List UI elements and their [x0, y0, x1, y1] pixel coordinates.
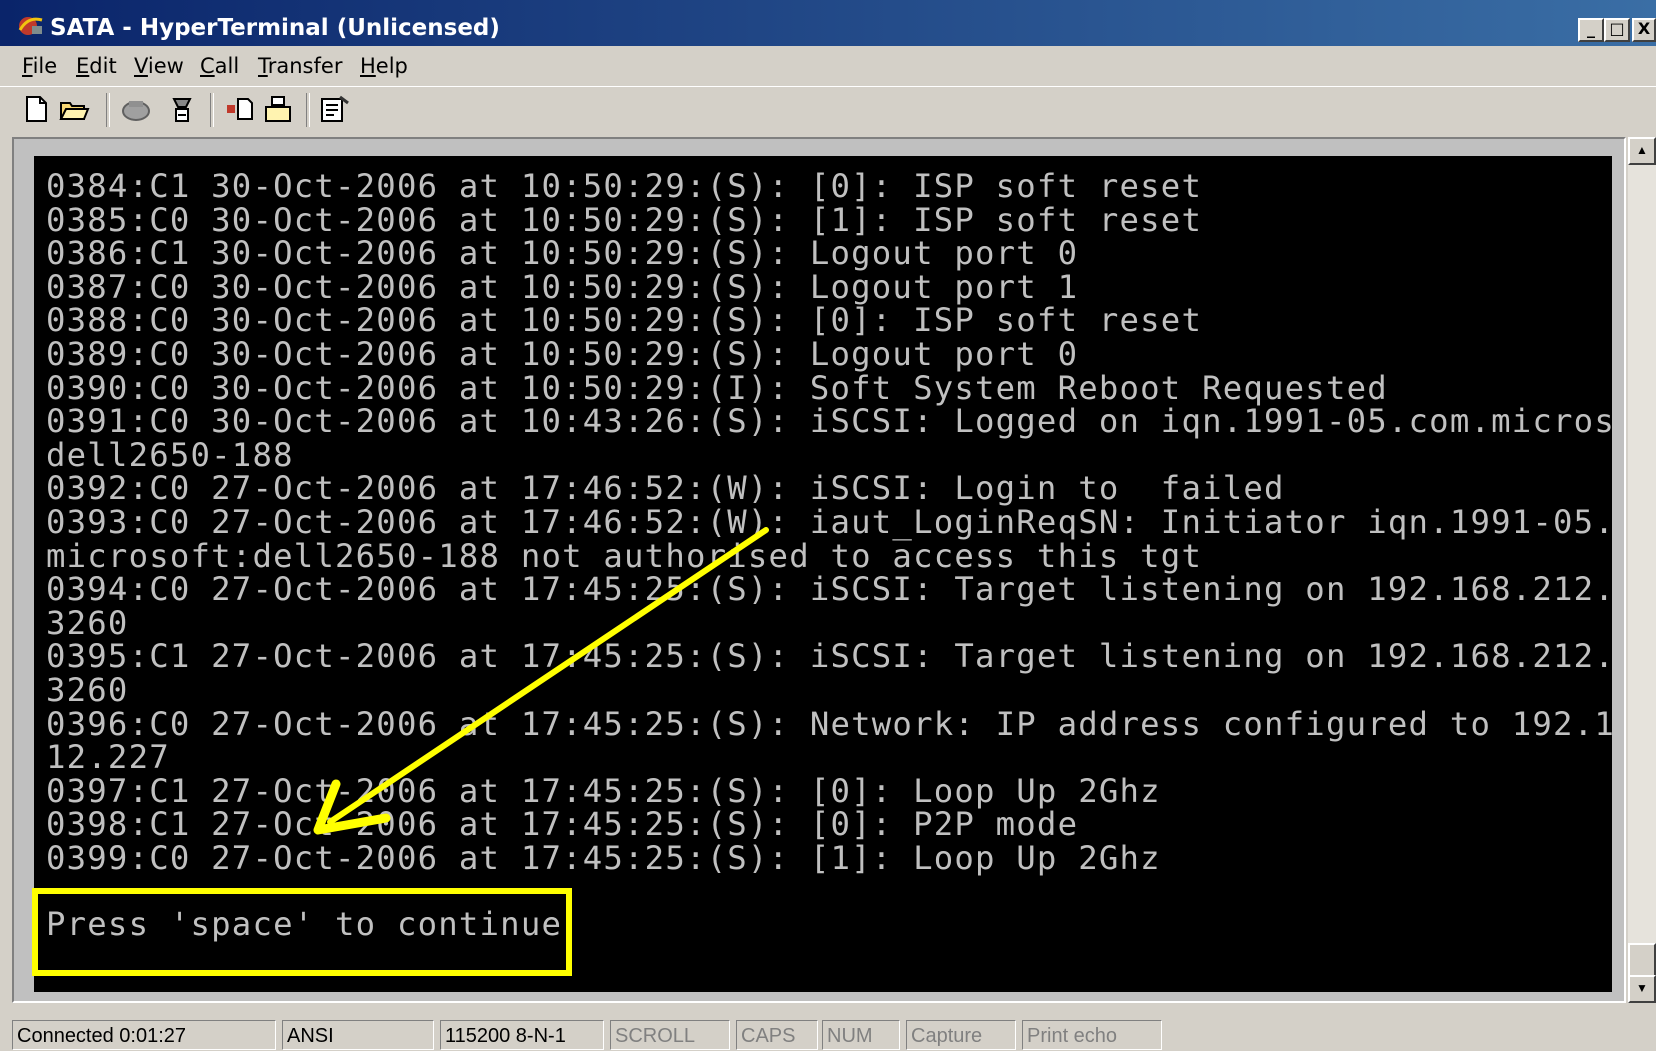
terminal-line: 0387:C0 30-Oct-2006 at 10:50:29:(S): Log…	[46, 267, 1079, 306]
terminal-line: 0389:C0 30-Oct-2006 at 10:50:29:(S): Log…	[46, 334, 1079, 373]
terminal-line: 0393:C0 27-Oct-2006 at 17:46:52:(W): iau…	[46, 502, 1612, 541]
title-bar[interactable]: SATA - HyperTerminal (Unlicensed) _ □ X	[0, 0, 1656, 46]
terminal-line: dell2650-188	[46, 435, 294, 474]
disconnect-icon[interactable]	[120, 93, 152, 125]
terminal-screen[interactable]: 0384:C1 30-Oct-2006 at 10:50:29:(S): [0]…	[34, 156, 1612, 992]
terminal-line: 0395:C1 27-Oct-2006 at 17:45:25:(S): iSC…	[46, 637, 1612, 676]
send-icon[interactable]	[224, 93, 256, 125]
menu-view[interactable]: View	[134, 54, 184, 78]
scroll-down-button[interactable]: ▼	[1628, 975, 1656, 1003]
menu-transfer[interactable]: Transfer	[258, 54, 342, 78]
status-scroll: SCROLL	[610, 1020, 730, 1050]
terminal-line: 0399:C0 27-Oct-2006 at 17:45:25:(S): [1]…	[46, 838, 1161, 877]
terminal-line: 0391:C0 30-Oct-2006 at 10:43:26:(S): iSC…	[46, 402, 1612, 441]
minimize-button[interactable]: _	[1578, 18, 1604, 42]
toolbar-separator	[210, 93, 214, 127]
status-num: NUM	[822, 1020, 900, 1050]
terminal-line: 0394:C0 27-Oct-2006 at 17:45:25:(S): iSC…	[46, 570, 1612, 609]
status-print-echo: Print echo	[1022, 1020, 1162, 1050]
vertical-scrollbar[interactable]: ▲ ▼	[1628, 137, 1656, 1003]
hyperterminal-app-icon	[18, 17, 43, 35]
toolbar-separator	[106, 93, 110, 127]
maximize-button[interactable]: □	[1604, 18, 1630, 42]
terminal-line: 0385:C0 30-Oct-2006 at 10:50:29:(S): [1]…	[46, 200, 1203, 239]
terminal-line: 0386:C1 30-Oct-2006 at 10:50:29:(S): Log…	[46, 234, 1079, 273]
terminal-line: 0398:C1 27-Oct-2006 at 17:45:25:(S): [0]…	[46, 805, 1079, 844]
menu-bar: File Edit View Call Transfer Help	[0, 46, 1656, 86]
receive-icon[interactable]	[262, 93, 294, 125]
call-icon[interactable]	[166, 93, 198, 125]
toolbar-separator	[306, 93, 310, 127]
status-emulation: ANSI	[282, 1020, 434, 1050]
menu-edit[interactable]: Edit	[76, 54, 117, 78]
open-icon[interactable]	[58, 93, 90, 125]
terminal-line: 3260	[46, 670, 129, 709]
properties-icon[interactable]	[318, 93, 350, 125]
terminal-line: 12.227	[46, 738, 170, 777]
toolbar	[0, 86, 1656, 133]
new-icon[interactable]	[20, 93, 52, 125]
menu-file[interactable]: File	[22, 54, 57, 78]
status-capture: Capture	[906, 1020, 1016, 1050]
terminal-line: 0388:C0 30-Oct-2006 at 10:50:29:(S): [0]…	[46, 301, 1203, 340]
terminal-line: microsoft:dell2650-188 not authorised to…	[46, 536, 1203, 575]
continue-prompt: Press 'space' to continue	[46, 905, 563, 943]
scroll-up-button[interactable]: ▲	[1628, 137, 1656, 165]
terminal-line: 0390:C0 30-Oct-2006 at 10:50:29:(I): Sof…	[46, 368, 1388, 407]
menu-call[interactable]: Call	[200, 54, 239, 78]
terminal-line: 0396:C0 27-Oct-2006 at 17:45:25:(S): Net…	[46, 704, 1612, 743]
status-bar: Connected 0:01:27 ANSI 115200 8-N-1 SCRO…	[0, 1012, 1656, 1051]
status-caps: CAPS	[736, 1020, 818, 1050]
status-port-settings: 115200 8-N-1	[440, 1020, 604, 1050]
terminal-line: 3260	[46, 603, 129, 642]
terminal-line: 0384:C1 30-Oct-2006 at 10:50:29:(S): [0]…	[46, 167, 1203, 205]
menu-help[interactable]: Help	[360, 54, 408, 78]
scroll-thumb[interactable]	[1628, 943, 1656, 977]
terminal-line: 0392:C0 27-Oct-2006 at 17:46:52:(W): iSC…	[46, 469, 1285, 508]
status-connected: Connected 0:01:27	[12, 1020, 276, 1050]
terminal-line: 0397:C1 27-Oct-2006 at 17:45:25:(S): [0]…	[46, 771, 1161, 810]
close-button[interactable]: X	[1632, 18, 1656, 42]
terminal-output: 0384:C1 30-Oct-2006 at 10:50:29:(S): [0]…	[46, 167, 1612, 877]
window-title: SATA - HyperTerminal (Unlicensed)	[50, 15, 500, 41]
